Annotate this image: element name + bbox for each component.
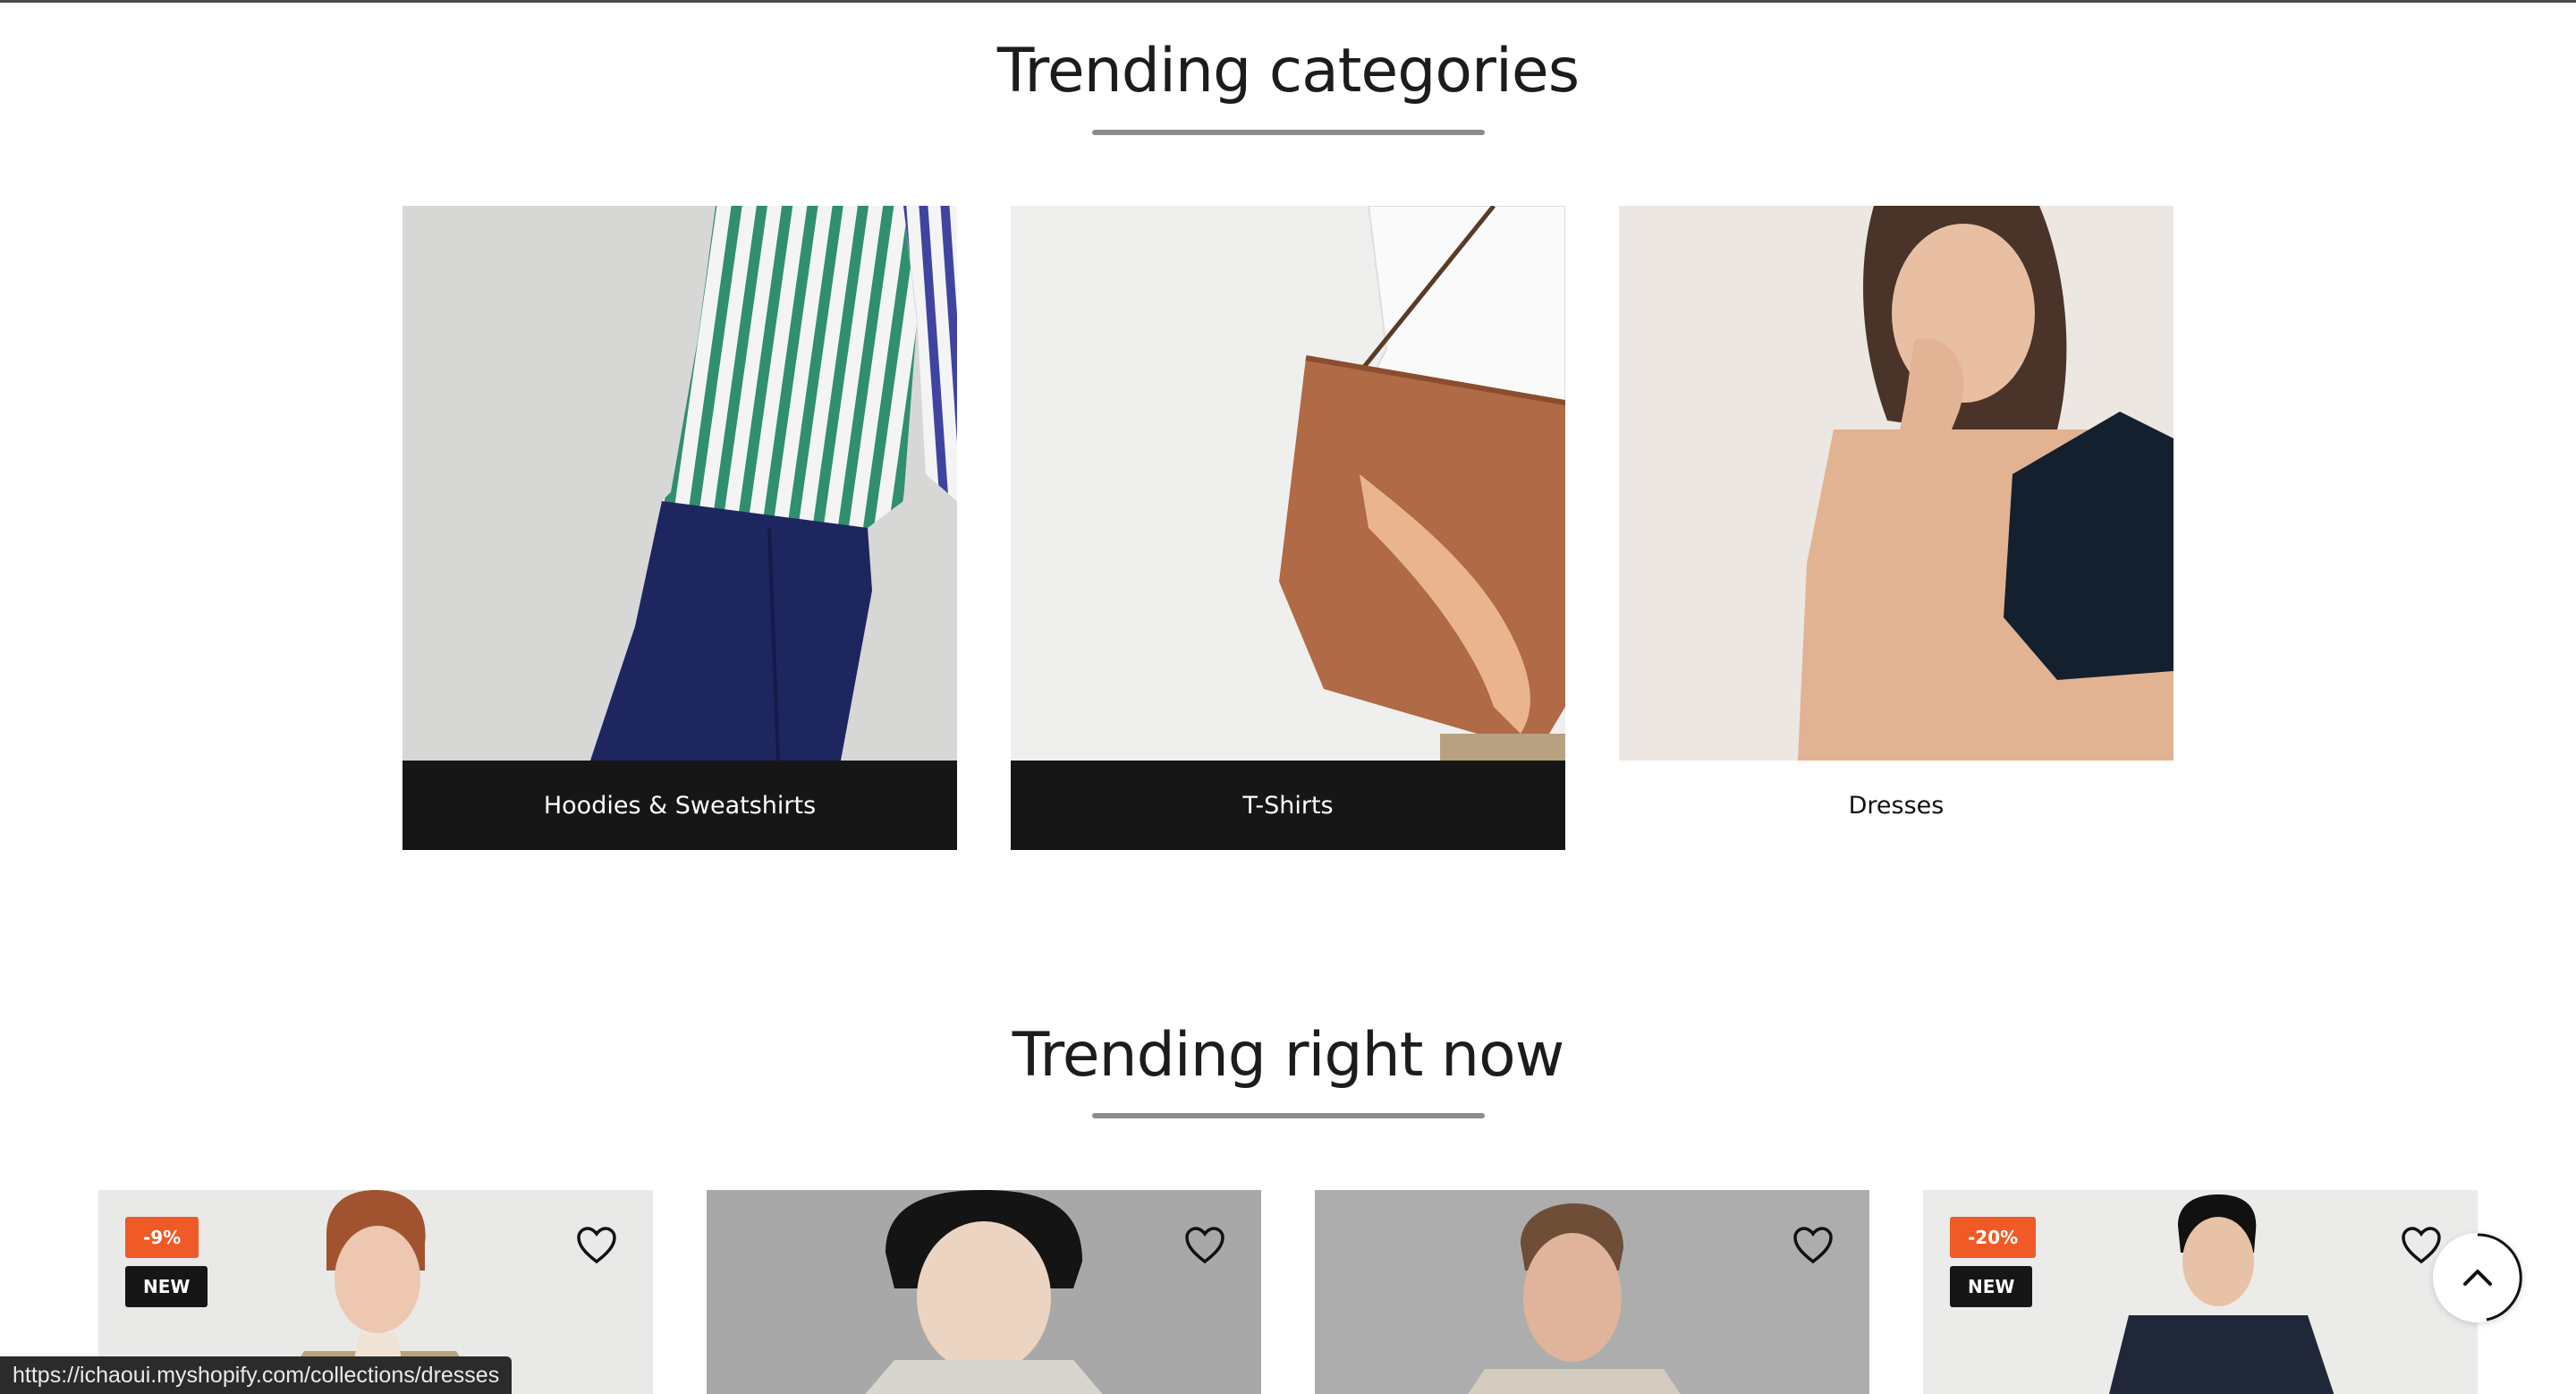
scroll-progress-ring (2477, 1233, 2522, 1322)
product-image-3[interactable] (1315, 1190, 1869, 1394)
sale-badge: -20% (1950, 1217, 2037, 1258)
product-card-4[interactable]: -20% NEW (1923, 1190, 2478, 1394)
category-image-dresses[interactable] (1619, 206, 2174, 761)
trending-now-underline (1092, 1113, 1485, 1118)
category-image-tshirts[interactable] (1011, 206, 1565, 761)
trending-categories-title: Trending categories (996, 36, 1580, 106)
category-card-hoodies[interactable]: Hoodies & Sweatshirts (402, 206, 957, 850)
category-label-dresses[interactable]: Dresses (1619, 761, 2174, 850)
top-divider (0, 0, 2576, 3)
product-card-3[interactable] (1315, 1190, 1869, 1394)
new-badge: NEW (125, 1266, 208, 1307)
category-label-hoodies[interactable]: Hoodies & Sweatshirts (402, 761, 957, 850)
new-badge: NEW (1950, 1266, 2033, 1307)
product-image-2[interactable] (707, 1190, 1261, 1394)
heart-outline-icon[interactable] (576, 1226, 617, 1265)
category-card-tshirts[interactable]: T-Shirts (1011, 206, 1565, 850)
trending-now-title: Trending right now (1012, 1020, 1565, 1091)
category-card-dresses[interactable]: Dresses (1619, 206, 2174, 850)
status-bar-url: https://ichaoui.myshopify.com/collection… (0, 1356, 513, 1394)
category-image-hoodies[interactable] (402, 206, 957, 761)
heart-outline-icon[interactable] (1792, 1226, 1834, 1265)
heart-outline-icon[interactable] (1184, 1226, 1225, 1265)
category-label-tshirts[interactable]: T-Shirts (1011, 761, 1565, 850)
trending-categories-underline (1092, 130, 1485, 135)
sale-badge: -9% (125, 1217, 199, 1258)
product-card-2[interactable] (707, 1190, 1261, 1394)
